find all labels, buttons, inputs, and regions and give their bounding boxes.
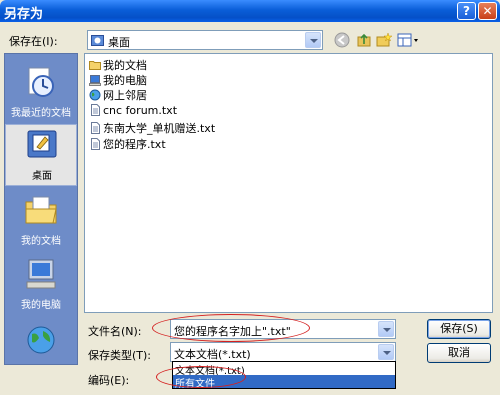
desktop-icon <box>91 35 104 46</box>
network-icon <box>89 89 101 101</box>
list-item[interactable]: 我的文档 <box>89 57 147 72</box>
place-my-documents[interactable]: 我的文档 <box>5 190 77 252</box>
place-my-computer[interactable]: 我的电脑 <box>5 254 77 316</box>
annotation-oval <box>152 314 310 342</box>
list-item[interactable]: 东南大学_单机赠送.txt <box>89 120 216 135</box>
save-in-label: 保存在(I): <box>9 35 58 48</box>
file-name: 您的程序.txt <box>103 138 166 151</box>
text-file-icon <box>91 138 100 150</box>
file-name: 我的电脑 <box>103 74 147 87</box>
annotation-oval <box>156 366 246 388</box>
window-title: 另存为 <box>4 7 44 22</box>
my-computer-icon <box>26 259 56 289</box>
place-label: 桌面 <box>32 171 52 182</box>
file-name: 东南大学_单机赠送.txt <box>103 122 216 135</box>
desktop-icon <box>27 130 57 158</box>
back-icon[interactable] <box>334 31 350 49</box>
file-name: cnc forum.txt <box>103 104 178 117</box>
place-network[interactable] <box>5 320 77 364</box>
new-folder-icon[interactable] <box>376 31 393 49</box>
file-list[interactable]: 我的文档 我的电脑 网上邻居 cnc forum.txt 东南大学_单机赠送.t… <box>84 53 493 313</box>
file-name: 网上邻居 <box>103 89 147 102</box>
title-bar: 另存为 ? ✕ <box>0 0 500 22</box>
computer-icon <box>89 75 101 86</box>
my-documents-icon <box>25 196 57 224</box>
place-label: 我的电脑 <box>21 300 61 311</box>
cancel-button[interactable]: 取消 <box>427 343 491 363</box>
chevron-down-icon[interactable] <box>305 32 321 48</box>
file-type-combo[interactable]: 文本文档(*.txt) <box>170 342 396 362</box>
places-bar: 我最近的文档 桌面 我的文档 我的电脑 <box>4 53 78 365</box>
text-file-icon <box>91 122 100 134</box>
network-places-icon <box>27 326 55 354</box>
file-name: 我的文档 <box>103 59 147 72</box>
help-button[interactable]: ? <box>457 2 476 20</box>
encoding-label: 编码(E): <box>88 374 130 387</box>
list-item[interactable]: 网上邻居 <box>89 87 147 102</box>
chevron-down-icon[interactable] <box>378 321 394 337</box>
file-type-label: 保存类型(T): <box>88 349 152 362</box>
chevron-down-icon[interactable] <box>378 344 394 360</box>
place-desktop[interactable]: 桌面 <box>5 124 77 186</box>
place-label: 我最近的文档 <box>11 108 71 119</box>
up-folder-icon[interactable] <box>356 31 372 49</box>
list-item[interactable]: cnc forum.txt <box>89 104 177 118</box>
list-item[interactable]: 我的电脑 <box>89 72 147 87</box>
file-name-label: 文件名(N): <box>88 325 142 338</box>
save-in-combo[interactable]: 桌面 <box>87 30 323 50</box>
close-button[interactable]: ✕ <box>478 2 497 20</box>
place-recent-documents[interactable]: 我最近的文档 <box>5 62 77 124</box>
save-button[interactable]: 保存(S) <box>427 319 491 339</box>
file-type-value: 文本文档(*.txt) <box>174 348 251 361</box>
folder-icon <box>89 61 101 70</box>
recent-documents-icon <box>28 67 54 97</box>
save-in-value: 桌面 <box>108 36 130 49</box>
views-menu-icon[interactable] <box>397 31 421 49</box>
text-file-icon <box>91 104 100 116</box>
place-label: 我的文档 <box>21 236 61 247</box>
list-item[interactable]: 您的程序.txt <box>89 136 166 151</box>
